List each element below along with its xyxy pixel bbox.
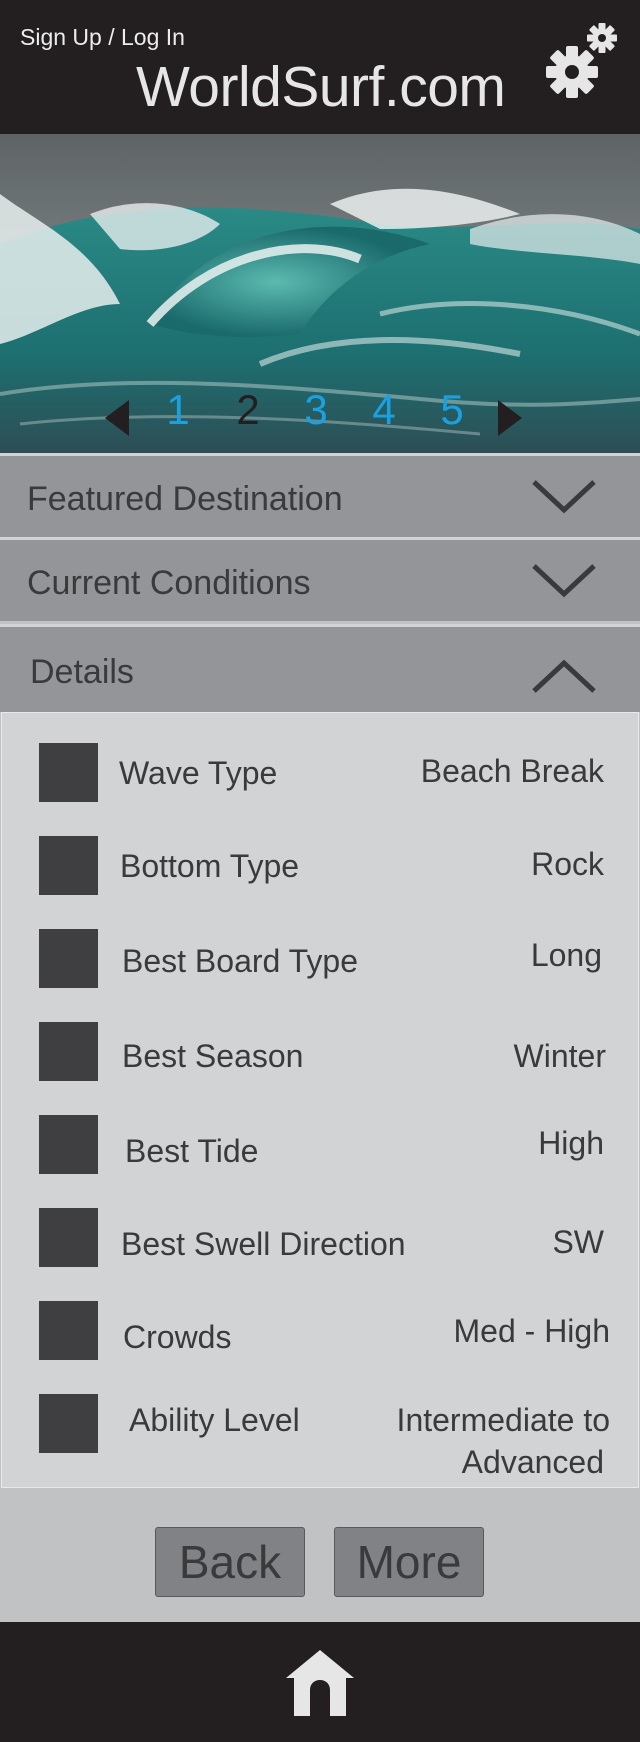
- home-icon[interactable]: [284, 1648, 356, 1718]
- page-link-1[interactable]: 1: [158, 386, 198, 434]
- featured-destination-toggle[interactable]: Featured Destination: [0, 453, 640, 537]
- featured-destination-label: Featured Destination: [27, 480, 343, 518]
- triangle-right-icon[interactable]: [498, 400, 522, 436]
- details-panel: Wave Type Beach Break Bottom Type Rock B…: [1, 712, 639, 1488]
- gear-icon[interactable]: [540, 20, 620, 102]
- detail-row-crowds: Crowds Med - High: [2, 1301, 640, 1371]
- detail-value: Winter: [513, 1038, 606, 1074]
- chevron-up-icon: [532, 659, 596, 693]
- triangle-left-icon[interactable]: [105, 400, 129, 436]
- checkbox[interactable]: [39, 1208, 98, 1267]
- current-conditions-label: Current Conditions: [27, 564, 311, 602]
- detail-label: Bottom Type: [120, 848, 300, 884]
- detail-value: SW: [552, 1224, 604, 1260]
- checkbox[interactable]: [39, 1115, 98, 1174]
- checkbox[interactable]: [39, 1022, 98, 1081]
- detail-label: Best Tide: [125, 1133, 259, 1169]
- chevron-down-icon: [532, 480, 596, 514]
- page-link-5[interactable]: 5: [432, 386, 472, 434]
- detail-row-best-tide: Best Tide High: [2, 1115, 640, 1185]
- details-toggle[interactable]: Details: [0, 624, 640, 712]
- detail-label: Best Season: [122, 1038, 304, 1074]
- checkbox[interactable]: [39, 743, 98, 802]
- detail-value-line-2: Advanced: [461, 1444, 604, 1480]
- detail-value: Long: [530, 937, 602, 973]
- checkbox[interactable]: [39, 929, 98, 988]
- site-title: WorldSurf.com: [136, 55, 506, 119]
- detail-row-bottom-type: Bottom Type Rock: [2, 836, 640, 906]
- detail-value: Beach Break: [420, 753, 604, 789]
- detail-label: Crowds: [123, 1319, 232, 1355]
- detail-row-best-board-type: Best Board Type Long: [2, 929, 640, 999]
- details-label: Details: [30, 653, 134, 691]
- page-link-4[interactable]: 4: [364, 386, 404, 434]
- more-button[interactable]: More: [334, 1527, 484, 1597]
- detail-row-best-season: Best Season Winter: [2, 1022, 640, 1092]
- sign-up-log-in-link[interactable]: Sign Up / Log In: [20, 24, 185, 51]
- checkbox[interactable]: [39, 1301, 98, 1360]
- detail-row-wave-type: Wave Type Beach Break: [2, 743, 640, 813]
- detail-value: Med - High: [453, 1313, 611, 1349]
- detail-row-ability-level: Ability Level Intermediate to Advanced: [2, 1394, 640, 1484]
- app-header: Sign Up / Log In WorldSurf.com: [0, 0, 640, 134]
- detail-label: Best Swell Direction: [121, 1226, 406, 1262]
- page-link-3[interactable]: 3: [296, 386, 336, 434]
- back-button[interactable]: Back: [155, 1527, 305, 1597]
- carousel-pager: 1 2 3 4 5: [0, 386, 640, 446]
- current-conditions-toggle[interactable]: Current Conditions: [0, 537, 640, 621]
- page-link-2-current[interactable]: 2: [228, 386, 268, 434]
- checkbox[interactable]: [39, 1394, 98, 1453]
- detail-label: Best Board Type: [122, 943, 358, 979]
- detail-label: Ability Level: [129, 1402, 300, 1438]
- detail-value: Rock: [531, 846, 604, 882]
- app-footer: [0, 1622, 640, 1742]
- detail-label: Wave Type: [119, 755, 278, 791]
- chevron-down-icon: [532, 564, 596, 598]
- detail-row-best-swell-direction: Best Swell Direction SW: [2, 1208, 640, 1278]
- detail-value: Intermediate to: [396, 1402, 610, 1438]
- detail-value: High: [538, 1125, 604, 1161]
- checkbox[interactable]: [39, 836, 98, 895]
